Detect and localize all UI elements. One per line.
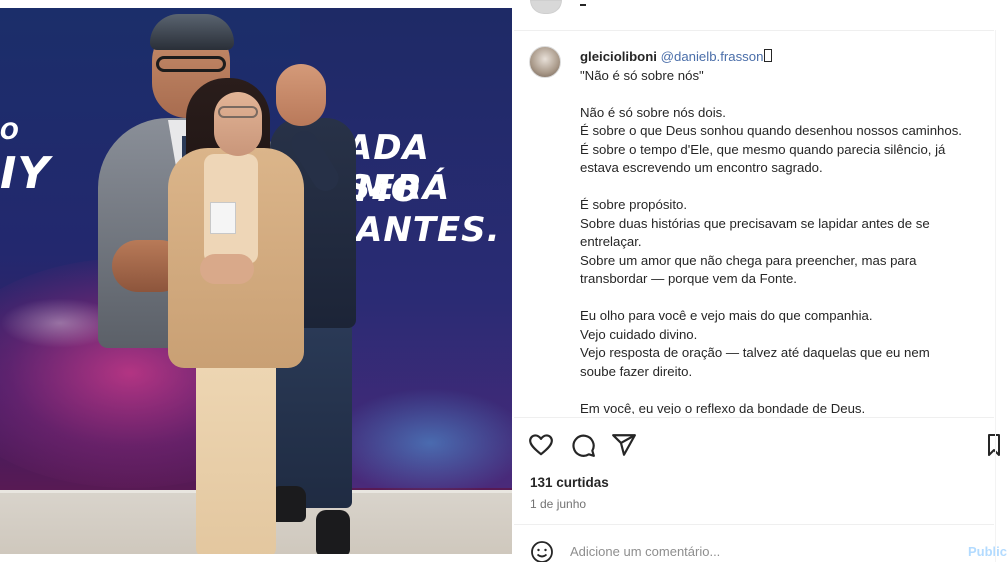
post-caption: gleicioliboni @danielb.frasson "Não é só… [580,48,990,414]
banner-speaker-glasses [156,56,226,72]
woman-glasses [218,106,258,118]
missing-glyph-icon [764,49,773,62]
caption-line: É sobre o tempo d'Ele, que mesmo quando … [580,141,946,157]
caption-gap [580,289,990,308]
emoji-smile-icon[interactable] [530,540,554,562]
mention-link[interactable]: @danielb.frasson [661,49,764,64]
caption-line: transbordar — porque vem da Fonte. [580,271,797,286]
caption-line: É sobre o que Deus sonhou quando desenho… [580,123,962,138]
author-username[interactable]: gleicioliboni [580,49,657,64]
post-date[interactable]: 1 de junho [530,497,586,511]
heart-icon[interactable] [528,432,554,458]
man-shoe-right [316,510,350,554]
like-count[interactable]: 131 curtidas [530,475,609,490]
paper-plane-icon[interactable] [611,432,637,458]
comment-input[interactable]: Adicione um comentário... [570,544,720,559]
banner-text-right-2: MO ANTES. [356,170,501,250]
banner-text-left-2: IY [0,148,51,199]
bookmark-icon[interactable] [986,432,1000,458]
caption-gap [580,178,990,197]
divider [514,524,994,525]
woman-badge [210,202,236,234]
panel-edge [995,30,996,562]
caption-gap [580,381,990,400]
caption-gap [580,85,990,104]
caption-line: estava escrevendo um encontro sagrado. [580,160,823,175]
caption-line: Sobre um amor que não chega para preench… [580,252,917,268]
clasped-hands [200,254,254,284]
publish-button[interactable]: Publicar [968,544,1007,559]
caption-header: gleicioliboni @danielb.frasson [580,48,990,67]
banner-speaker-hair [150,14,234,50]
caption-line: É sobre propósito. [580,197,688,212]
comment-bubble-icon[interactable] [570,432,596,458]
caption-line: Não é só sobre nós dois. [580,104,726,120]
man-face [276,64,326,126]
caption-line: "Não é só sobre nós" [580,67,704,83]
caption-line: entrelaçar. [580,234,642,249]
caption-line: Em você, eu vejo o reflexo da bondade de… [580,400,866,415]
caption-line: soube fazer direito. [580,363,693,379]
post-photo[interactable]: O IY ADA SERÁ MO ANTES. [0,8,512,554]
caption-line: Eu olho para você e vejo mais do que com… [580,308,873,323]
author-avatar[interactable] [529,46,561,78]
instagram-post-view: O IY ADA SERÁ MO ANTES. gleicioliboni @d… [0,0,1007,562]
header-dash [580,4,586,6]
caption-line: Vejo resposta de oração — talvez até daq… [580,345,930,360]
caption-line: Vejo cuidado divino. [580,326,698,342]
divider [514,417,994,418]
woman-trousers [196,348,276,554]
woman-face [214,92,262,156]
caption-line: Sobre duas histórias que precisavam se l… [580,215,930,231]
divider [514,30,994,31]
banner-text-left-1: O [0,120,20,145]
